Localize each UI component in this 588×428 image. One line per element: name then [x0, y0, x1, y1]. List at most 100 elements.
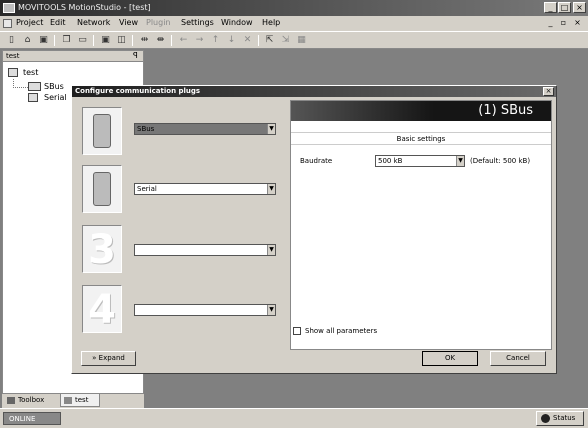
paste-icon[interactable]: ▭	[76, 34, 89, 47]
toolbar-separator	[171, 35, 172, 46]
plug-3-select[interactable]: ▼	[134, 244, 276, 256]
plug-1-select[interactable]: SBus ▼	[134, 123, 276, 135]
copy-icon[interactable]: ❐	[60, 34, 73, 47]
doc-minimize-button[interactable]: _	[545, 19, 556, 28]
serial-icon	[28, 93, 38, 102]
arrow-left-icon[interactable]: ←	[177, 34, 190, 47]
plug-1-image	[82, 107, 122, 155]
plug-3-image: 3	[82, 225, 122, 273]
tab-toolbox-label: Toolbox	[18, 396, 45, 404]
arrow-down-icon[interactable]: ↓	[225, 34, 238, 47]
plug-2-select[interactable]: Serial ▼	[134, 183, 276, 195]
menu-edit[interactable]: Edit	[50, 18, 66, 27]
configure-plugs-dialog: Configure communication plugs × SBus ▼ S…	[71, 85, 557, 374]
connector-icon	[93, 114, 111, 148]
document-icon[interactable]	[3, 19, 12, 28]
dialog-close-button[interactable]: ×	[543, 87, 554, 96]
connector-icon	[93, 172, 111, 206]
show-all-label: Show all parameters	[305, 327, 378, 335]
baudrate-value: 500 kB	[378, 157, 403, 165]
dialog-title-bar: Configure communication plugs ×	[72, 86, 556, 97]
dialog-title: Configure communication plugs	[75, 87, 201, 95]
app-icon	[3, 3, 15, 13]
new-icon[interactable]: ▯	[5, 34, 18, 47]
disconnect-icon[interactable]: ⇼	[154, 34, 167, 47]
pin-icon[interactable]: ꟼ	[133, 51, 138, 60]
pane-title: test	[6, 52, 20, 60]
plug-2-value: Serial	[137, 185, 157, 193]
menu-window[interactable]: Window	[221, 18, 253, 27]
baudrate-default: (Default: 500 kB)	[470, 157, 531, 165]
doc-restore-button[interactable]: ▫	[558, 19, 569, 28]
menu-project[interactable]: Project	[16, 18, 43, 27]
toolbar-separator	[54, 35, 55, 46]
save-icon[interactable]: ▣	[37, 34, 50, 47]
panel-heading: (1) SBus	[478, 103, 533, 118]
import-icon[interactable]: ⇲	[279, 34, 292, 47]
status-button[interactable]: Status	[536, 411, 584, 426]
expand-button-label: Expand	[98, 354, 125, 362]
toolbar-separator	[258, 35, 259, 46]
menu-network[interactable]: Network	[77, 18, 110, 27]
minimize-button[interactable]: _	[544, 2, 557, 13]
open-icon[interactable]: ⌂	[21, 34, 34, 47]
status-button-label: Status	[553, 414, 576, 422]
show-all-checkbox[interactable]	[293, 327, 301, 335]
arrow-up-icon[interactable]: ↑	[209, 34, 222, 47]
tab-toolbox[interactable]: Toolbox	[4, 394, 58, 407]
plug-4-image: 4	[82, 285, 122, 333]
tab-test[interactable]: test	[60, 394, 100, 407]
chevron-down-icon[interactable]: ▼	[267, 245, 275, 255]
toolbar-separator	[132, 35, 133, 46]
plug-1-value: SBus	[137, 125, 155, 133]
cancel-button[interactable]: Cancel	[490, 351, 546, 366]
tree-line	[13, 87, 28, 88]
chevron-down-icon[interactable]: ▼	[267, 305, 275, 315]
toolbar: ▯ ⌂ ▣ ❐ ▭ ▣ ◫ ⇹ ⇼ ← → ↑ ↓ ✕ ⇱ ⇲ ▦	[0, 31, 588, 49]
window-title: MOVITOOLS MotionStudio - [test]	[18, 3, 151, 12]
menu-view[interactable]: View	[119, 18, 138, 27]
project-tab-icon	[64, 397, 72, 404]
chevron-down-icon[interactable]: ▼	[456, 156, 464, 166]
properties-icon[interactable]: ▦	[295, 34, 308, 47]
shield-icon	[541, 414, 550, 423]
toolbox-icon	[7, 397, 15, 404]
expand-button[interactable]: » Expand	[81, 351, 136, 366]
menu-settings[interactable]: Settings	[181, 18, 214, 27]
plug-settings-panel: (1) SBus Basic settings Baudrate 500 kB …	[290, 100, 552, 350]
plug-3-number: 3	[88, 227, 116, 273]
close-button[interactable]: ×	[573, 2, 586, 13]
chevron-down-icon[interactable]: ▼	[267, 184, 275, 194]
pane-header: test ꟼ	[3, 51, 143, 62]
doc-close-button[interactable]: ×	[572, 19, 583, 28]
sbus-icon	[28, 82, 41, 91]
plug-4-number: 4	[88, 287, 116, 333]
menu-help[interactable]: Help	[262, 18, 280, 27]
menu-bar: Project Edit Network View Plugin Setting…	[0, 16, 588, 31]
maximize-button[interactable]: □	[558, 2, 571, 13]
project-icon	[8, 68, 18, 77]
export-icon[interactable]: ⇱	[263, 34, 276, 47]
pane-tabs: Toolbox test	[2, 394, 144, 408]
status-bar: ONLINE Status	[0, 408, 588, 428]
menu-plugin[interactable]: Plugin	[146, 18, 171, 27]
window-icon[interactable]: ▣	[99, 34, 112, 47]
baudrate-label: Baudrate	[300, 157, 333, 165]
baudrate-select[interactable]: 500 kB ▼	[375, 155, 465, 167]
tree-root[interactable]: test	[23, 68, 38, 77]
plug-2-image	[82, 165, 122, 213]
section-header: Basic settings	[291, 132, 551, 145]
ok-button[interactable]: OK	[422, 351, 478, 366]
tree-item-sbus[interactable]: SBus	[44, 82, 64, 91]
tab-test-label: test	[75, 396, 89, 404]
arrow-right-icon[interactable]: →	[193, 34, 206, 47]
delete-icon[interactable]: ✕	[241, 34, 254, 47]
plug-4-select[interactable]: ▼	[134, 304, 276, 316]
connect-icon[interactable]: ⇹	[138, 34, 151, 47]
window2-icon[interactable]: ◫	[115, 34, 128, 47]
chevron-down-icon[interactable]: ▼	[267, 124, 275, 134]
app-title-bar: MOVITOOLS MotionStudio - [test] _ □ ×	[0, 0, 588, 16]
online-indicator: ONLINE	[3, 412, 61, 425]
tree-item-serial[interactable]: Serial	[44, 93, 67, 102]
panel-header: (1) SBus	[291, 101, 551, 121]
